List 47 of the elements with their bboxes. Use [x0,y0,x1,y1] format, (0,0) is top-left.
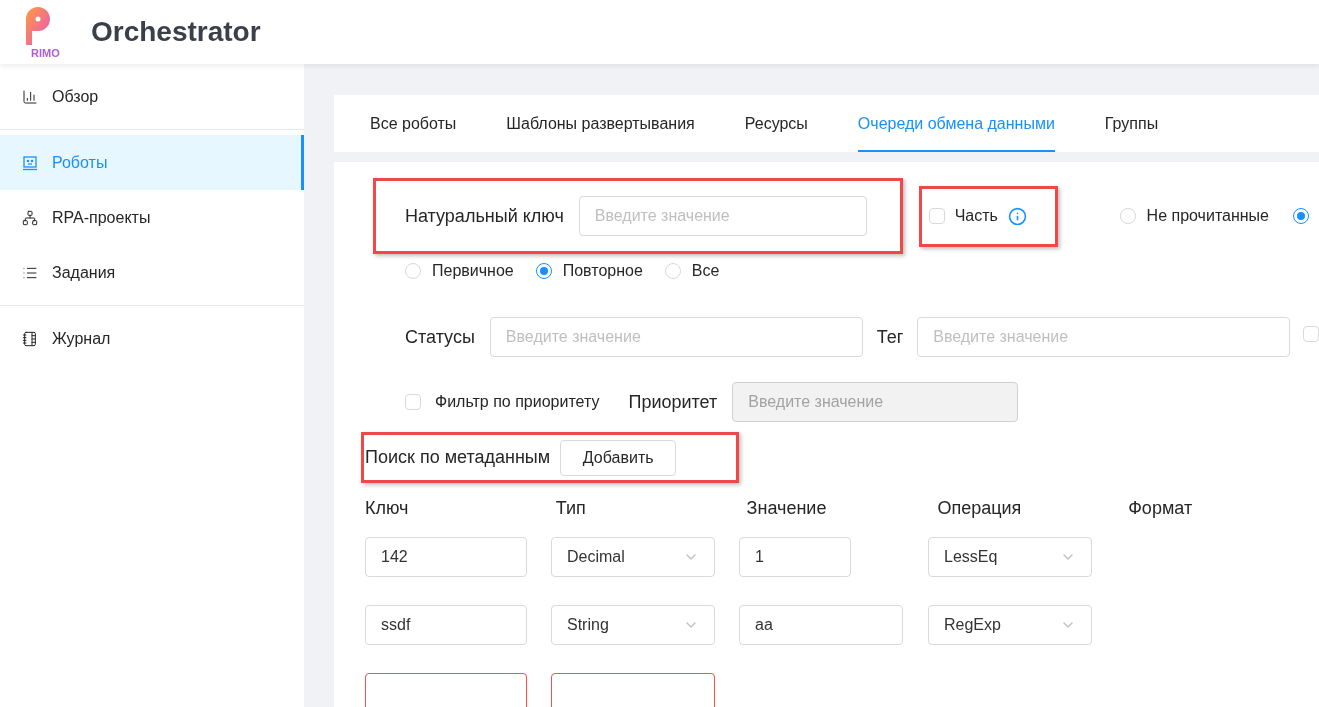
sidebar-item[interactable]: Обзор [0,69,304,124]
field-label: Натуральный ключ [405,204,564,228]
select-field[interactable] [551,673,715,707]
input-field[interactable]: 142 [365,537,527,577]
sidebar-item[interactable]: Задания [0,245,304,300]
column-header: Операция [937,497,1023,520]
select-field[interactable]: String [551,605,715,645]
checkbox-label: Часть [954,206,998,226]
field-label: Статусы [405,325,475,349]
book-icon [22,330,38,347]
checkbox[interactable] [928,208,945,224]
section-label: Поиск по метаданным [365,446,551,469]
radio-button[interactable] [535,263,552,279]
sidebar-item[interactable]: RPA-проекты [0,190,304,245]
radio-label: Первичное [432,261,514,281]
tab[interactable]: Шаблоны развертывания [506,95,695,152]
info-icon [1007,206,1027,226]
input-field[interactable]: aa [739,605,903,645]
robot-face-icon [22,154,38,171]
input-field[interactable]: ssdf [365,605,527,645]
radio-label: Все [691,261,720,281]
radio-button[interactable] [1293,208,1309,224]
tab[interactable]: Ресурсы [744,95,808,152]
radio-label: Повторное [562,261,643,281]
field-label: Приоритет [628,390,718,414]
column-header: Формат [1128,497,1194,520]
column-header: Ключ [365,497,410,520]
select-field[interactable]: LessEq [928,537,1092,577]
checkbox[interactable] [405,394,421,410]
hierarchy-icon [22,209,38,226]
field-label: Тег [876,325,904,349]
tab[interactable]: Группы [1104,95,1159,152]
add-button[interactable]: Добавить [560,439,677,476]
tab[interactable]: Все роботы [370,95,457,152]
input-field[interactable] [365,673,527,707]
radio-label: Не прочитанные [1146,206,1269,226]
select-field[interactable]: Decimal [551,537,715,577]
checkbox-label: Фильтр по приоритету [435,392,600,412]
select-field[interactable]: RegExp [928,605,1092,645]
checkbox[interactable] [1303,326,1319,342]
column-header: Значение [746,497,828,520]
input-field[interactable]: 1 [739,537,851,577]
column-header: Тип [555,497,587,520]
sidebar-item[interactable]: Журнал [0,311,304,366]
logo: RIMO [18,5,72,59]
app-title: Orchestrator [91,15,261,49]
bar-chart-icon [22,88,38,105]
